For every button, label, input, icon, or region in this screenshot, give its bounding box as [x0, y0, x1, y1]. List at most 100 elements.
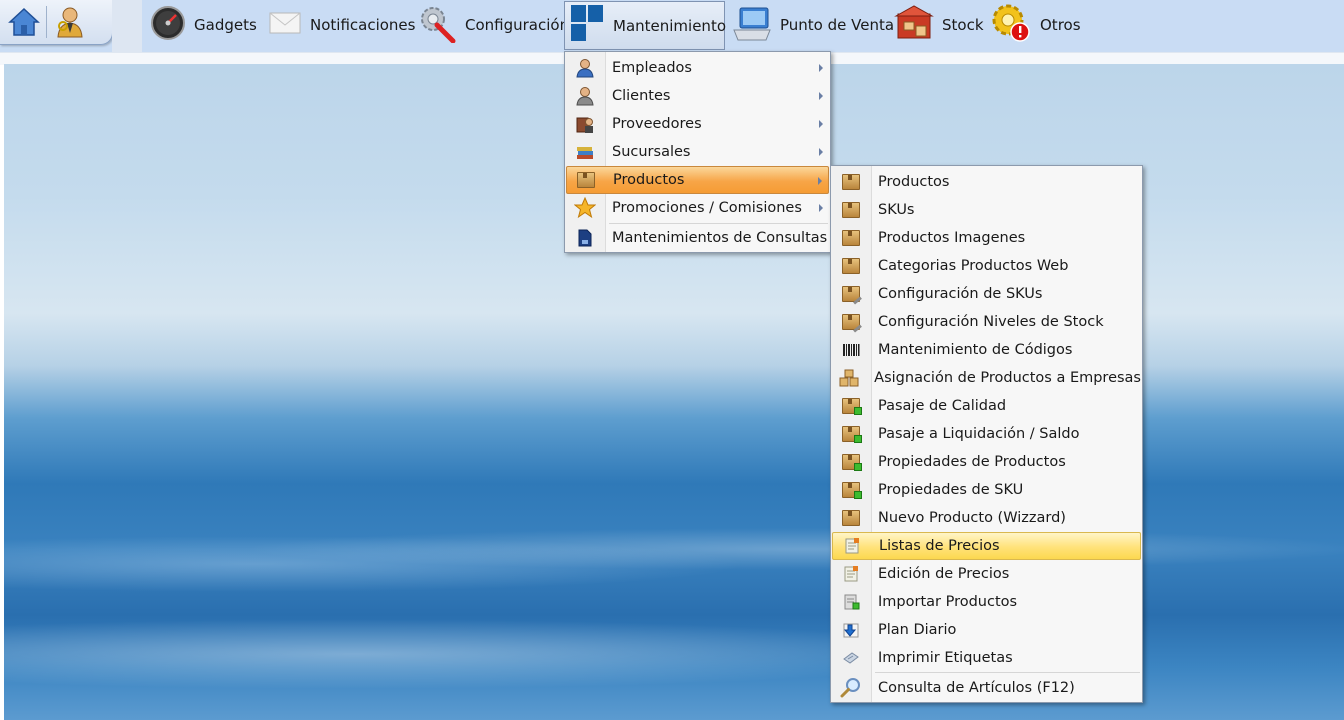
menu-item-label: Importar Productos [878, 594, 1018, 610]
user-key-icon [57, 7, 83, 38]
main-toolbar: Gadgets Notificaciones Configuración Man… [0, 0, 1344, 52]
submenu-item-asignacion-productos-empresas[interactable]: Asignación de Productos a Empresas [832, 364, 1141, 392]
magnifier-icon [840, 678, 860, 698]
menu-item-label: Consulta de Artículos (F12) [878, 680, 1075, 696]
submenu-item-skus[interactable]: SKUs [832, 196, 1141, 224]
box-green-icon [842, 398, 862, 415]
submenu-item-nuevo-producto-wizzard[interactable]: Nuevo Producto (Wizzard) [832, 504, 1141, 532]
menu-item-label: Listas de Precios [879, 538, 1000, 554]
menu-item-mantenimientos-consultas[interactable]: Mantenimientos de Consultas [566, 224, 829, 252]
submenu-item-listas-precios[interactable]: Listas de Precios [832, 532, 1141, 560]
menu-item-label: Propiedades de Productos [878, 454, 1066, 470]
submenu-arrow-icon [819, 204, 823, 212]
mantenimiento-menu: Empleados Clientes Proveedores Sucursale… [564, 51, 831, 253]
menu-item-label: Proveedores [612, 116, 702, 132]
menu-item-label: Configuración de SKUs [878, 286, 1043, 302]
box-icon [842, 258, 860, 274]
menu-item-label: Empleados [612, 60, 692, 76]
box-icon [842, 174, 860, 190]
submenu-item-productos[interactable]: Productos [832, 168, 1141, 196]
menu-item-label: Plan Diario [878, 622, 957, 638]
box-tool-icon [842, 314, 860, 330]
menu-item-clientes[interactable]: Clientes [566, 82, 829, 110]
box-icon [842, 510, 860, 526]
menu-item-label: Pasaje de Calidad [878, 398, 1007, 414]
employee-icon [576, 59, 594, 78]
submenu-item-pasaje-calidad[interactable]: Pasaje de Calidad [832, 392, 1141, 420]
gear-alert-icon [990, 2, 1032, 48]
submenu-item-propiedades-sku[interactable]: Propiedades de SKU [832, 476, 1141, 504]
box-green-icon [842, 426, 862, 443]
toolbar-mantenimiento[interactable]: Mantenimiento [564, 1, 726, 50]
windows-tiles-icon [569, 3, 605, 49]
client-icon [576, 87, 594, 106]
menu-item-sucursales[interactable]: Sucursales [566, 138, 829, 166]
menu-item-productos[interactable]: Productos [566, 166, 829, 194]
submenu-item-categorias-productos-web[interactable]: Categorias Productos Web [832, 252, 1141, 280]
box-green-icon [842, 482, 862, 499]
box-green-icon [842, 454, 862, 471]
document-icon [578, 229, 592, 247]
menu-item-label: SKUs [878, 202, 915, 218]
submenu-arrow-icon [819, 92, 823, 100]
label-icon [843, 652, 859, 664]
home-button[interactable] [4, 4, 44, 40]
quick-access-bar [0, 0, 113, 45]
menu-item-label: Sucursales [612, 144, 691, 160]
menu-item-proveedores[interactable]: Proveedores [566, 110, 829, 138]
box-tool-icon [842, 286, 860, 302]
supplier-icon [576, 117, 593, 133]
toolbar-gap [112, 0, 142, 52]
submenu-item-edicion-precios[interactable]: Edición de Precios [832, 560, 1141, 588]
menu-item-label: Promociones / Comisiones [612, 200, 802, 216]
menu-item-label: Productos [613, 172, 685, 188]
menu-item-label: Configuración Niveles de Stock [878, 314, 1104, 330]
pos-terminal-icon [732, 4, 772, 46]
toolbar-otros[interactable]: Otros [986, 2, 1085, 48]
warehouse-icon [894, 4, 934, 46]
submenu-item-pasaje-liquidacion-saldo[interactable]: Pasaje a Liquidación / Saldo [832, 420, 1141, 448]
submenu-item-imprimir-etiquetas[interactable]: Imprimir Etiquetas [832, 644, 1141, 672]
menu-item-empleados[interactable]: Empleados [566, 54, 829, 82]
submenu-item-mantenimiento-codigos[interactable]: Mantenimiento de Códigos [832, 336, 1141, 364]
toolbar-configuracion[interactable]: Configuración [413, 2, 573, 48]
submenu-arrow-icon [819, 120, 823, 128]
toolbar-punto-de-venta[interactable]: Punto de Venta [728, 2, 898, 48]
submenu-item-productos-imagenes[interactable]: Productos Imagenes [832, 224, 1141, 252]
toolbar-punto-de-venta-label: Punto de Venta [780, 16, 895, 34]
toolbar-notificaciones[interactable]: Notificaciones [264, 2, 419, 48]
toolbar-gadgets[interactable]: Gadgets [146, 2, 261, 48]
toolbar-stock[interactable]: Stock [890, 2, 988, 48]
toolbar-notificaciones-label: Notificaciones [310, 16, 416, 34]
toolbar-otros-label: Otros [1040, 16, 1081, 34]
user-button[interactable] [50, 4, 90, 40]
download-arrow-icon [843, 623, 859, 638]
books-icon [577, 147, 593, 159]
submenu-item-importar-productos[interactable]: Importar Productos [832, 588, 1141, 616]
barcode-icon [843, 344, 860, 356]
submenu-item-propiedades-productos[interactable]: Propiedades de Productos [832, 448, 1141, 476]
wrench-gear-icon [417, 3, 457, 47]
home-icon [8, 7, 40, 36]
menu-item-label: Productos [878, 174, 950, 190]
toolbar-configuracion-label: Configuración [465, 16, 570, 34]
box-icon [842, 202, 860, 218]
toolbar-gadgets-label: Gadgets [194, 16, 257, 34]
star-icon [574, 197, 596, 219]
submenu-arrow-icon [819, 148, 823, 156]
gauge-icon [150, 5, 186, 45]
price-list-icon [844, 566, 858, 582]
submenu-item-configuracion-niveles-stock[interactable]: Configuración Niveles de Stock [832, 308, 1141, 336]
menu-separator [875, 672, 1140, 673]
toolbar-stock-label: Stock [942, 16, 984, 34]
envelope-icon [268, 10, 302, 40]
submenu-item-configuracion-skus[interactable]: Configuración de SKUs [832, 280, 1141, 308]
menu-item-label: Imprimir Etiquetas [878, 650, 1013, 666]
menu-item-promociones-comisiones[interactable]: Promociones / Comisiones [566, 194, 829, 222]
quick-bar-separator [46, 6, 47, 38]
box-icon [842, 230, 860, 246]
submenu-arrow-icon [818, 177, 822, 185]
submenu-arrow-icon [819, 64, 823, 72]
submenu-item-consulta-articulos[interactable]: Consulta de Artículos (F12) [832, 674, 1141, 702]
submenu-item-plan-diario[interactable]: Plan Diario [832, 616, 1141, 644]
